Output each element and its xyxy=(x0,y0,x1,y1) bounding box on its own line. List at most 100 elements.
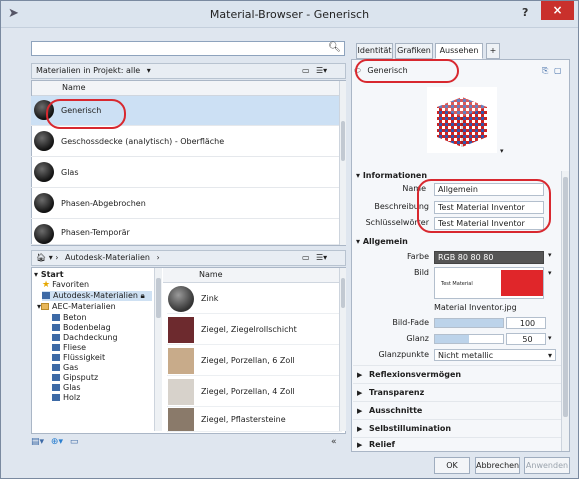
gloss-dropdown[interactable]: ▾ xyxy=(548,334,552,342)
library-column-header-name[interactable]: Name xyxy=(163,268,343,283)
name-field[interactable]: Allgemein xyxy=(434,183,544,196)
name-label: Name xyxy=(402,184,426,193)
apply-button[interactable]: Anwenden xyxy=(524,457,570,474)
image-label: Bild xyxy=(413,268,429,277)
library-row-ziegelrollschicht[interactable]: Ziegel, Ziegelrollschicht xyxy=(167,315,342,345)
tree-scrollbar[interactable] xyxy=(154,268,162,431)
list-view-icon[interactable]: ☰▾ xyxy=(316,64,327,78)
tree-item-dachdeckung[interactable]: Dachdeckung xyxy=(52,333,118,343)
description-field[interactable]: Test Material Inventor xyxy=(434,201,544,214)
tab-add[interactable]: + xyxy=(486,43,500,59)
category-icon xyxy=(52,324,60,331)
editor-scrollbar[interactable] xyxy=(561,171,569,451)
image-dropdown[interactable]: ▾ xyxy=(548,269,552,277)
gloss-slider[interactable] xyxy=(434,334,504,344)
cancel-button[interactable]: Abbrechen xyxy=(475,457,520,474)
tree-item-aec-materialien[interactable]: ▾ AEC-Materialien xyxy=(37,302,116,312)
library-row-porzellan-6[interactable]: Ziegel, Porzellan, 6 Zoll xyxy=(167,346,342,376)
section-ausschnitte[interactable]: ▶ Ausschnitte xyxy=(353,401,563,419)
tree-item-start[interactable]: ▾ Start xyxy=(34,270,64,280)
add-material-icon[interactable]: ⊕▾ xyxy=(51,437,63,447)
section-informationen[interactable]: ▾ Informationen xyxy=(356,169,427,183)
image-fade-value[interactable]: 100 xyxy=(506,317,546,329)
replace-asset-icon[interactable]: ▢ xyxy=(554,63,562,79)
keywords-label: Schlüsselwörter xyxy=(365,218,429,227)
star-icon: ★ xyxy=(42,280,51,290)
image-fade-slider[interactable] xyxy=(434,318,504,328)
preview-options-icon[interactable]: ▾ xyxy=(500,147,504,155)
ok-button[interactable]: OK xyxy=(434,457,470,474)
column-header-name[interactable]: Name xyxy=(32,81,340,96)
material-row-phasen-abgebrochen[interactable]: Phasen-Abgebrochen xyxy=(31,189,339,219)
list-view-icon[interactable]: ☰▾ xyxy=(316,251,327,265)
tree-item-bodenbelag[interactable]: Bodenbelag xyxy=(52,323,111,333)
close-button[interactable]: × xyxy=(541,1,574,20)
section-relief[interactable]: ▶ Relief xyxy=(353,437,563,449)
library-list-scrollbar[interactable] xyxy=(339,268,346,431)
scroll-thumb[interactable] xyxy=(341,121,345,161)
search-icon[interactable]: 🔍︎ xyxy=(328,42,341,53)
tree-item-gas[interactable]: Gas xyxy=(52,363,78,373)
section-reflexionsvermoegen[interactable]: ▶ Reflexionsvermögen xyxy=(353,365,563,383)
library-row-porzellan-4[interactable]: Ziegel, Porzellan, 4 Zoll xyxy=(167,377,342,407)
material-swatch-icon xyxy=(168,317,194,343)
material-row-geschossdecke[interactable]: Geschossdecke (analytisch) - Oberfläche xyxy=(31,127,339,157)
duplicate-asset-icon[interactable]: ⎘ xyxy=(542,63,548,79)
dropdown-button[interactable]: ▾ xyxy=(49,253,53,262)
highlights-select[interactable]: Nicht metallic ▾ xyxy=(434,349,556,361)
library-manage-icon[interactable]: ▤▾ xyxy=(31,437,44,447)
material-row-glas[interactable]: Glas xyxy=(31,158,339,188)
collapse-icon[interactable]: « xyxy=(331,437,337,447)
library-row-zink[interactable]: Zink xyxy=(167,284,342,314)
tab-grafiken[interactable]: Grafiken xyxy=(395,43,433,59)
category-icon xyxy=(52,314,60,321)
tree-item-fliese[interactable]: Fliese xyxy=(52,343,86,353)
material-sphere-icon xyxy=(34,224,54,244)
gloss-value[interactable]: 50 xyxy=(506,333,546,345)
help-button[interactable]: ? xyxy=(522,6,528,19)
library-breadcrumb[interactable]: Autodesk-Materialien xyxy=(65,253,150,262)
tree-item-autodesk-materialien[interactable]: Autodesk-Materialien 🔒︎ xyxy=(42,291,152,301)
tree-item-favoriten[interactable]: ★ Favoriten xyxy=(42,280,89,290)
scroll-thumb[interactable] xyxy=(156,278,161,318)
category-icon xyxy=(52,364,60,371)
tree-item-fluessigkeit[interactable]: Flüssigkeit xyxy=(52,353,105,363)
dropdown-button[interactable]: ▾ xyxy=(147,66,151,75)
tree-item-beton[interactable]: Beton xyxy=(52,313,87,323)
home-icon[interactable]: 🏠︎ xyxy=(36,253,46,262)
material-swatch-icon xyxy=(168,286,194,312)
tree-item-gipsputz[interactable]: Gipsputz xyxy=(52,373,98,383)
material-browser-window: ➤ Material-Browser - Generisch ? × 🔍︎ Ma… xyxy=(0,0,579,479)
expand-icon: ▶ xyxy=(357,425,363,433)
gloss-label: Glanz xyxy=(406,334,429,343)
material-sphere-icon xyxy=(34,193,54,213)
tab-identitaet[interactable]: Identität xyxy=(356,43,393,59)
color-field[interactable]: RGB 80 80 80 xyxy=(434,251,544,264)
section-selbstillumination[interactable]: ▶ Selbstillumination xyxy=(353,419,563,437)
image-filename[interactable]: Material Inventor.jpg xyxy=(434,302,544,313)
asset-browser-icon[interactable]: ▭ xyxy=(70,437,79,447)
section-allgemein[interactable]: ▾ Allgemein xyxy=(356,235,408,249)
panel-view-icon[interactable]: ▭ xyxy=(302,64,310,78)
keywords-field[interactable]: Test Material Inventor xyxy=(434,217,544,230)
color-dropdown[interactable]: ▾ xyxy=(548,251,552,259)
project-filter-label[interactable]: Materialien in Projekt: alle xyxy=(36,66,140,75)
panel-view-icon[interactable]: ▭ xyxy=(302,251,310,265)
scroll-thumb[interactable] xyxy=(563,177,568,417)
image-thumbnail[interactable]: Test Material xyxy=(434,267,544,299)
tree-item-glas[interactable]: Glas xyxy=(52,383,81,393)
category-icon xyxy=(52,394,60,401)
section-transparenz[interactable]: ▶ Transparenz xyxy=(353,383,563,401)
tree-item-holz[interactable]: Holz xyxy=(52,393,80,403)
material-sphere-icon xyxy=(34,162,54,182)
red-swatch xyxy=(501,270,543,296)
tab-aussehen[interactable]: Aussehen xyxy=(435,43,483,59)
image-fade-label: Bild-Fade xyxy=(392,318,429,327)
project-list-scrollbar[interactable] xyxy=(339,81,346,245)
scroll-thumb[interactable] xyxy=(341,278,345,308)
category-icon xyxy=(52,384,60,391)
material-row-generisch[interactable]: Generisch xyxy=(31,96,339,126)
material-row-phasen-temporaer[interactable]: Phasen-Temporär xyxy=(31,220,339,245)
library-row-pflastersteine[interactable]: Ziegel, Pflastersteine xyxy=(167,408,342,432)
search-input[interactable]: 🔍︎ xyxy=(31,41,345,56)
